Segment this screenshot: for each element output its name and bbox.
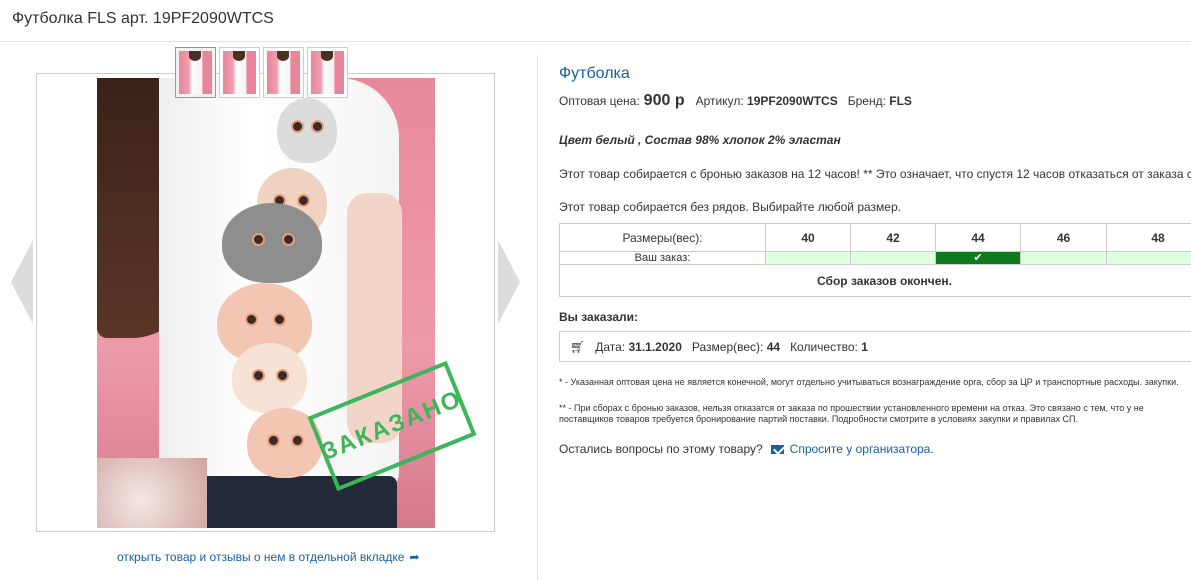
column-divider: [537, 55, 538, 580]
order-cell-44[interactable]: ✔: [935, 251, 1021, 265]
product-name: Футболка: [559, 65, 630, 82]
order-qty-value: 1: [861, 339, 868, 354]
page-header: Футболка FLS арт. 19PF2090WTCS: [0, 0, 1191, 42]
order-summary: 🛒︎ Дата: 31.1.2020 Размер(вес): 44 Колич…: [559, 331, 1191, 362]
question-text: Остались вопросы по этому товару?: [559, 442, 763, 456]
envelope-icon: [770, 444, 784, 454]
size-40: 40: [765, 223, 851, 252]
cart-icon: 🛒︎: [570, 339, 586, 354]
question-row: Остались вопросы по этому товару? Спроси…: [559, 442, 1191, 456]
booking-note: Этот товар собирается с бронью заказов н…: [559, 167, 1191, 181]
price-footnote: * - Указанная оптовая цена не является к…: [559, 377, 1179, 387]
order-cell-40[interactable]: [765, 251, 851, 265]
brand-label: Бренд:: [847, 94, 886, 108]
price-value: 900 р: [643, 92, 685, 109]
print-cat: [232, 343, 307, 413]
photo-background: [97, 458, 207, 528]
thumbnail-1[interactable]: [175, 47, 216, 98]
share-arrow-icon: ➦: [409, 550, 420, 564]
ask-organizer-link[interactable]: Спросите у организатора.: [770, 442, 934, 456]
size-44: 44: [935, 223, 1021, 252]
order-size-label: Размер(вес):: [691, 339, 764, 354]
order-cell-46[interactable]: [1020, 251, 1107, 265]
size-48: 48: [1106, 223, 1191, 252]
thumbnail-4[interactable]: [307, 47, 348, 98]
product-details: Футболка Оптовая цена: 900 р Артикул: 19…: [559, 60, 1191, 456]
order-qty: Количество: 1: [790, 340, 868, 354]
article-label: Артикул:: [695, 94, 744, 108]
collection-closed-message: Сбор заказов окончен.: [559, 264, 1191, 297]
order-date: Дата: 31.1.2020: [595, 340, 682, 354]
main-image-frame: ЗАКАЗАНО: [36, 73, 495, 532]
order-size-value: 44: [766, 339, 781, 354]
sizes-table: Размеры(вес): 40 42 44 46 48 Ваш заказ: …: [559, 223, 1191, 297]
product-meta: Оптовая цена: 900 р Артикул: 19PF2090WTC…: [559, 92, 1191, 110]
size-46: 46: [1020, 223, 1107, 252]
ask-organizer-label: Спросите у организатора.: [789, 442, 934, 456]
sizes-header-label: Размеры(вес):: [559, 223, 766, 252]
prev-image-arrow-icon[interactable]: [11, 240, 33, 324]
booking-footnote: ** - При сборах с бронью заказов, нельзя…: [559, 403, 1144, 424]
order-date-label: Дата:: [595, 339, 626, 354]
order-qty-label: Количество:: [790, 339, 858, 354]
thumbnail-image: [311, 51, 344, 94]
article-value: 19PF2090WTCS: [747, 94, 838, 108]
thumbnail-image: [223, 51, 256, 94]
brand-value: FLS: [889, 94, 912, 108]
size-42: 42: [850, 223, 936, 252]
checkmark-icon: ✔: [973, 252, 983, 264]
thumbnail-strip: [175, 47, 348, 98]
ordered-title: Вы заказали:: [559, 310, 639, 324]
thumbnail-3[interactable]: [263, 47, 304, 98]
thumbnail-image: [267, 51, 300, 94]
order-cell-48[interactable]: [1106, 251, 1191, 265]
page-title: Футболка FLS арт. 19PF2090WTCS: [12, 10, 274, 27]
thumbnail-2[interactable]: [219, 47, 260, 98]
print-cat: [277, 98, 337, 163]
price-label: Оптовая цена:: [559, 94, 640, 108]
order-date-value: 31.1.2020: [628, 339, 682, 354]
order-cell-42[interactable]: [850, 251, 936, 265]
order-size: Размер(вес): 44: [692, 340, 780, 354]
your-order-label: Ваш заказ:: [559, 251, 766, 265]
thumbnail-image: [179, 51, 212, 94]
product-description: Цвет белый , Состав 98% хлопок 2% эласта…: [559, 133, 841, 147]
print-cat: [222, 203, 322, 283]
open-in-new-tab-link[interactable]: открыть товар и отзывы о нем в отдельной…: [117, 550, 419, 564]
open-link-label: открыть товар и отзывы о нем в отдельной…: [117, 550, 405, 564]
next-image-arrow-icon[interactable]: [498, 240, 520, 324]
rows-note: Этот товар собирается без рядов. Выбирай…: [559, 200, 901, 214]
